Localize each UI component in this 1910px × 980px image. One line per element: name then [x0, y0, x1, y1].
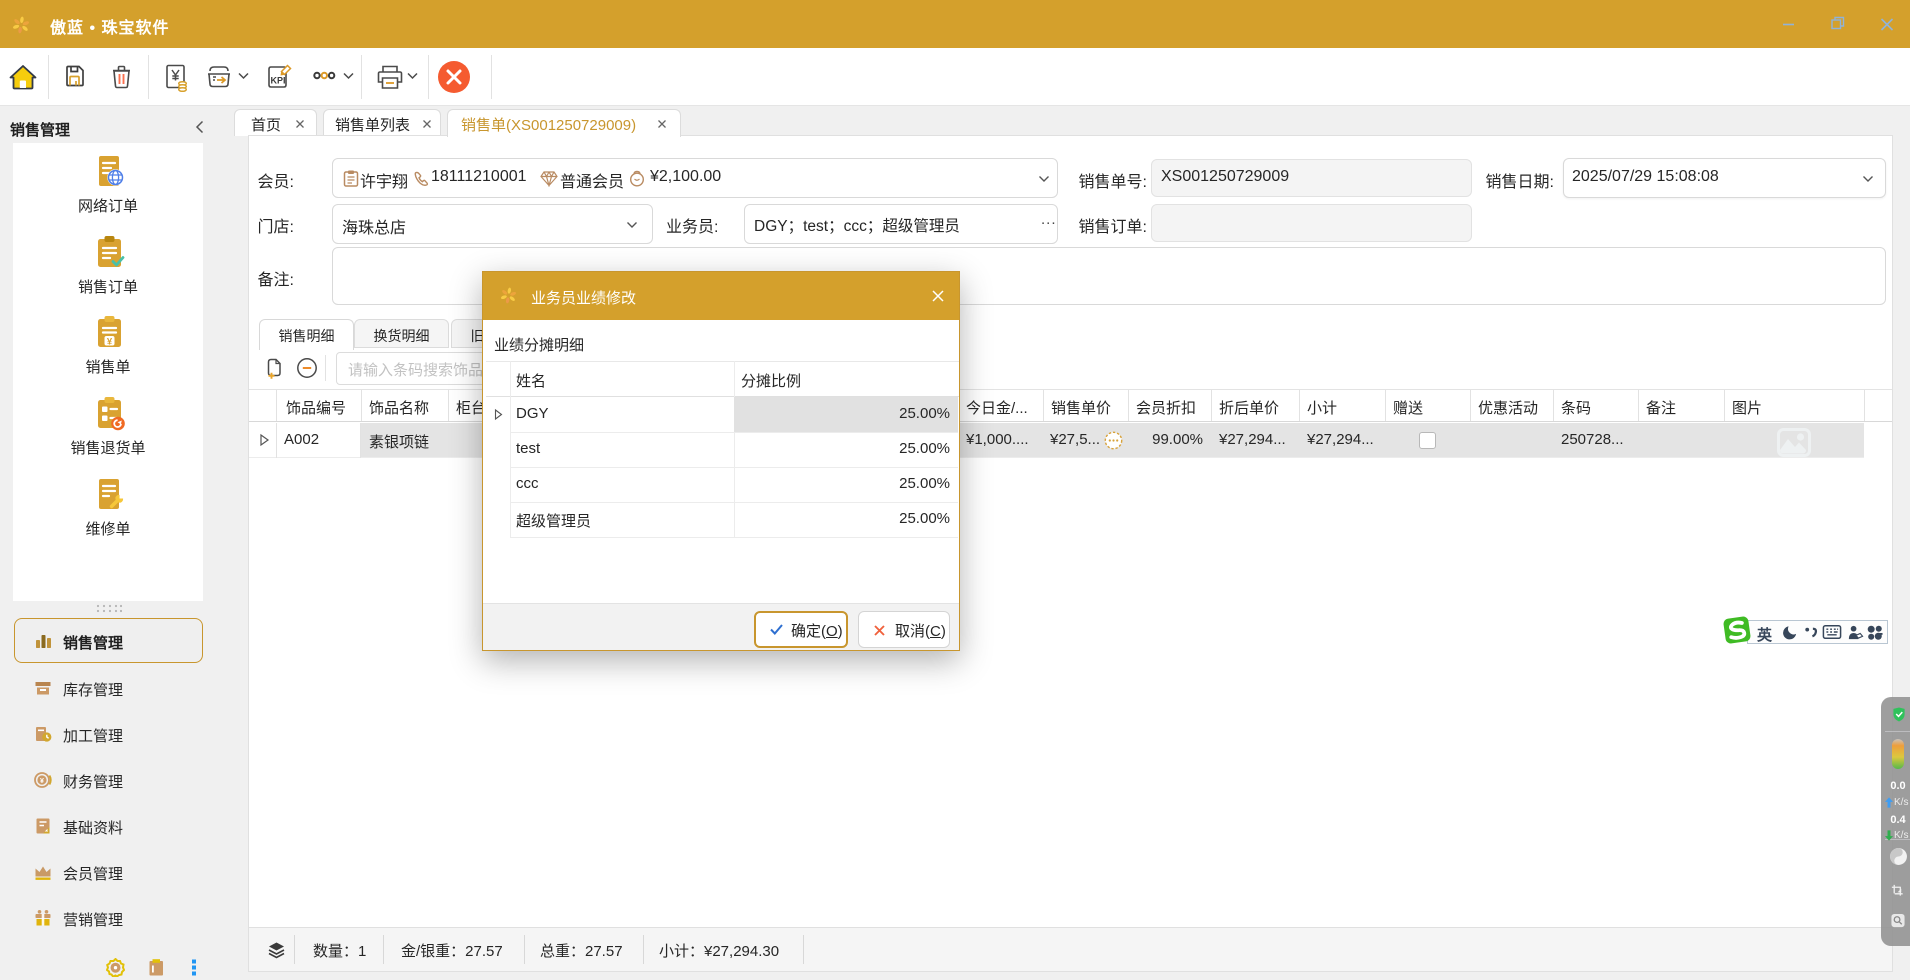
svg-text:¥: ¥	[107, 337, 113, 348]
svg-text:¥: ¥	[40, 778, 44, 785]
svg-text:KPI: KPI	[271, 76, 286, 86]
